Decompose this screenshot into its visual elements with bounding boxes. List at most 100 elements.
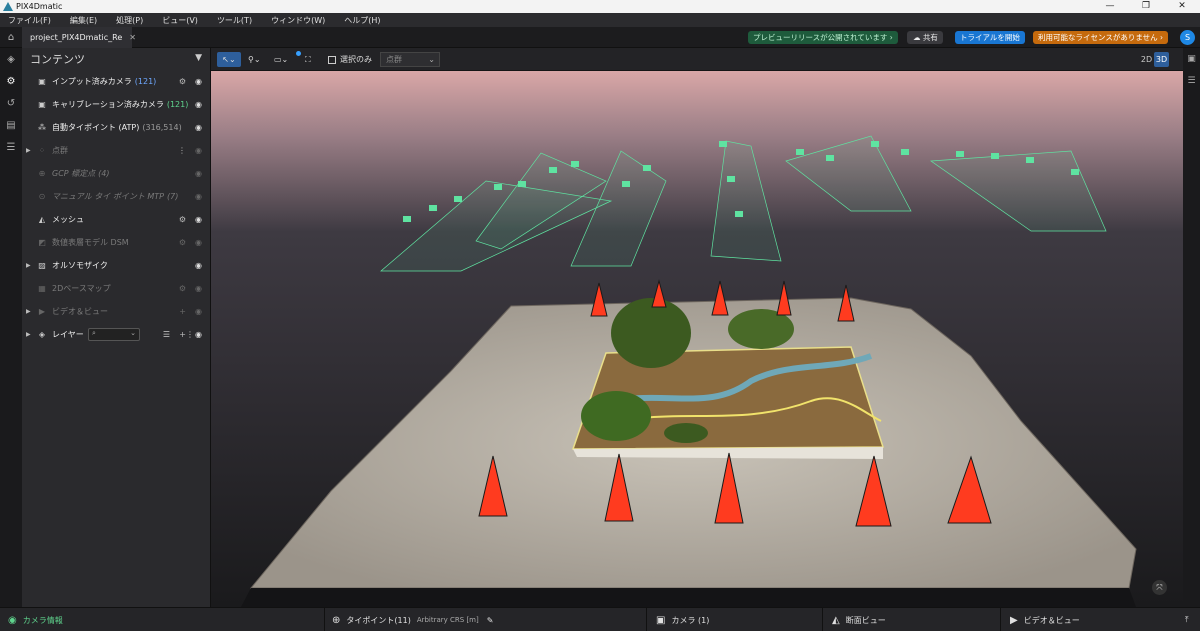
layers-stack-icon[interactable]: ◈ [0, 48, 22, 70]
menu-process[interactable]: 処理(P) [116, 15, 143, 26]
history-icon[interactable]: ↺ [0, 92, 22, 114]
add-icon[interactable]: + [179, 307, 186, 316]
menu-file[interactable]: ファイル(F) [8, 15, 51, 26]
row-atp[interactable]: ⁂ 自動タイポイント (ATP) (316,514) ◉ [22, 116, 210, 139]
eye-icon[interactable]: ◉ [195, 284, 202, 293]
row-2d-basemap[interactable]: ▦ 2Dベースマップ ⚙ ◉ [22, 277, 210, 300]
crop-icon: ⛶ [305, 54, 311, 64]
eye-icon[interactable]: ◉ [195, 123, 202, 132]
eye-icon[interactable]: ◉ [195, 169, 202, 178]
divider [646, 608, 647, 631]
mode-3d-button[interactable]: 3D [1154, 52, 1169, 67]
camera-marker [871, 141, 879, 147]
eye-icon[interactable]: ◉ [195, 215, 202, 224]
add-icon[interactable]: + [179, 330, 186, 339]
divider [324, 608, 325, 631]
minimize-button[interactable]: — [1092, 0, 1128, 13]
eye-icon[interactable]: ◉ [195, 100, 202, 109]
start-trial-button[interactable]: トライアルを開始 [955, 31, 1025, 44]
mode-2d-button[interactable]: 2D [1140, 52, 1153, 67]
video-views-tab[interactable]: ▶ ビデオ＆ビュー [1010, 608, 1080, 631]
row-dsm[interactable]: ◩ 数値表層モデル DSM ⚙ ◉ [22, 231, 210, 254]
row-orthomosaic[interactable]: ▶ ▨ オルソモザイク ◉ [22, 254, 210, 277]
select-tool-button[interactable]: ↖⌄ [217, 52, 241, 67]
menu-view[interactable]: ビュー(V) [162, 15, 198, 26]
row-video-views[interactable]: ▶ ▶ ビデオ＆ビュー + ◉ [22, 300, 210, 323]
fit-view-icon[interactable]: ⤧ [1152, 580, 1167, 595]
expand-arrow-icon[interactable]: ▶ [26, 147, 31, 154]
menu-help[interactable]: ヘルプ(H) [344, 15, 380, 26]
edit-pencil-icon[interactable]: ✎ [487, 616, 494, 625]
tab-project-label: project_PIX4Dmatic_Re [30, 33, 123, 42]
settings-gear-icon[interactable]: ⚙ [179, 284, 186, 293]
menu-bar: ファイル(F) 編集(E) 処理(P) ビュー(V) ツール(T) ウィンドウ(… [0, 13, 1200, 27]
tab-project[interactable]: project_PIX4Dmatic_Re ✕ [22, 27, 136, 48]
row-gcp[interactable]: ⊕ GCP 標定点 (4) ◉ [22, 162, 210, 185]
crop-tool-button[interactable]: ⛶ [305, 52, 311, 67]
settings-gear-icon[interactable]: ⚙ [179, 238, 186, 247]
viewer-toolbar: ↖⌄ ⚲⌄ ▭⌄ ⛶ 選択のみ 点群 ⌄ 2D 3D [211, 48, 1183, 71]
divider [1000, 608, 1001, 631]
row-layers[interactable]: ▶ ◈ レイヤー ⌕ ⌄ ☰ + ⋮ ◉ [22, 323, 210, 346]
share-button[interactable]: ☁ 共有 [907, 31, 943, 44]
processing-gear-icon[interactable]: ⚙ [0, 70, 22, 92]
tiepoints-tab[interactable]: ⊕ タイポイント(11) Arbitrary CRS [m] ✎ [332, 608, 493, 631]
eye-icon[interactable]: ◉ [195, 307, 202, 316]
row-label: 点群 [52, 146, 68, 155]
settings-sliders-icon[interactable]: ☰ [0, 136, 22, 158]
eye-icon[interactable]: ◉ [195, 192, 202, 201]
row-calibrated-cameras[interactable]: ▣ キャリブレーション済みカメラ (121) ◉ [22, 93, 210, 116]
inspector-icon[interactable]: ☰ [1183, 70, 1200, 92]
layer-search-input[interactable]: ⌕ ⌄ [88, 328, 140, 341]
eye-icon[interactable]: ◉ [195, 238, 202, 247]
menu-tools[interactable]: ツール(T) [217, 15, 252, 26]
image-panel-icon[interactable]: ▣ [1183, 48, 1200, 70]
more-options-icon[interactable]: ⋮ [186, 330, 194, 339]
more-options-icon[interactable]: ⋮ [178, 146, 186, 155]
home-icon[interactable]: ⌂ [0, 27, 22, 48]
eye-icon[interactable]: ◉ [195, 330, 202, 339]
3d-viewport[interactable]: ⤧ [211, 71, 1183, 607]
row-label: キャリブレーション済みカメラ [52, 100, 164, 109]
row-mtp[interactable]: ⊙ マニュアル タイ ポイント MTP (7) ◉ [22, 185, 210, 208]
list-icon[interactable]: ☰ [163, 330, 170, 339]
measure-tool-button[interactable]: ▭⌄ [274, 52, 288, 67]
notification-dot [296, 51, 301, 56]
basemap-icon: ▦ [38, 284, 46, 293]
avatar[interactable]: S [1180, 30, 1195, 45]
layer-select-dropdown[interactable]: 点群 ⌄ [380, 52, 440, 67]
tab-close-icon[interactable]: ✕ [129, 33, 136, 42]
section-view-tab[interactable]: ◭ 断面ビュー [832, 608, 886, 631]
camera-marker [826, 155, 834, 161]
camera-info-button[interactable]: ◉ カメラ情報 [8, 608, 63, 631]
maximize-button[interactable]: ❐ [1128, 0, 1164, 13]
expand-arrow-icon[interactable]: ▶ [26, 308, 31, 315]
camera-marker [494, 184, 502, 190]
pin-icon: ⚲⌄ [248, 55, 261, 64]
settings-gear-icon[interactable]: ⚙ [179, 77, 186, 86]
camera-icon: ▣ [656, 614, 666, 626]
expand-up-icon[interactable]: ⤒ [1185, 608, 1189, 631]
report-icon[interactable]: ▤ [0, 114, 22, 136]
selection-only-checkbox[interactable]: 選択のみ [328, 52, 372, 67]
close-button[interactable]: ✕ [1164, 0, 1200, 13]
settings-gear-icon[interactable]: ⚙ [179, 215, 186, 224]
menu-window[interactable]: ウィンドウ(W) [271, 15, 325, 26]
filter-icon[interactable]: ▼ [195, 53, 202, 63]
row-input-cameras[interactable]: ▣ インプット済みカメラ (121) ⚙ ◉ [22, 70, 210, 93]
contents-panel: コンテンツ ▼ ▣ インプット済みカメラ (121) ⚙ ◉ ▣ キャリブレーショ… [22, 48, 211, 607]
marker-tool-button[interactable]: ⚲⌄ [248, 52, 261, 67]
row-mesh[interactable]: ◭ メッシュ ⚙ ◉ [22, 208, 210, 231]
preview-release-banner[interactable]: プレビューリリースが公開されています › [748, 31, 898, 44]
eye-icon[interactable]: ◉ [195, 77, 202, 86]
camera-marker [643, 165, 651, 171]
expand-arrow-icon[interactable]: ▶ [26, 262, 31, 269]
row-point-cloud[interactable]: ▶ ⁘ 点群 ⋮ ◉ [22, 139, 210, 162]
camera-tab[interactable]: ▣ カメラ (1) [656, 608, 709, 631]
menu-edit[interactable]: 編集(E) [70, 15, 97, 26]
expand-arrow-icon[interactable]: ▶ [26, 331, 31, 338]
eye-icon[interactable]: ◉ [195, 261, 202, 270]
license-warning-button[interactable]: 利用可能なライセンスがありません › [1033, 31, 1169, 44]
row-count: (121) [134, 77, 157, 86]
eye-icon[interactable]: ◉ [195, 146, 202, 155]
